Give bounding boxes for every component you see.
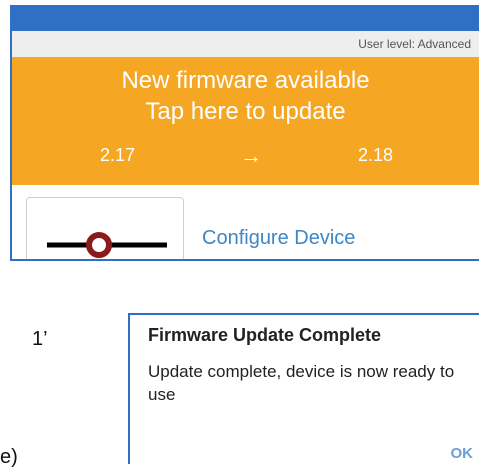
right-arrow-icon: →	[240, 143, 262, 168]
device-thumbnail[interactable]	[26, 197, 184, 259]
user-level-bar: User level: Advanced	[12, 31, 479, 57]
new-version: 2.18	[358, 145, 394, 165]
firmware-update-banner[interactable]: New firmware available Tap here to updat…	[12, 57, 479, 185]
dialog-message: Update complete, device is now ready to …	[148, 362, 455, 404]
side-partial-text: e)	[0, 446, 18, 468]
valve-symbol-icon	[47, 232, 167, 258]
app-screen: User level: Advanced New firmware availa…	[10, 5, 479, 261]
configure-device-link[interactable]: Configure Device	[202, 227, 355, 250]
banner-subtitle: Tap here to update	[145, 98, 346, 125]
side-marker: 1’	[32, 328, 48, 350]
update-complete-dialog: Firmware Update Complete Update complete…	[128, 313, 479, 464]
user-level-label: User level: Advanced	[358, 37, 471, 51]
dialog-title: Firmware Update Complete	[148, 325, 382, 345]
banner-title: New firmware available	[121, 67, 370, 94]
ok-button[interactable]: OK	[451, 445, 474, 462]
device-row[interactable]: Configure Device	[12, 185, 479, 259]
app-top-bar	[12, 7, 479, 31]
current-version: 2.17	[100, 145, 136, 165]
